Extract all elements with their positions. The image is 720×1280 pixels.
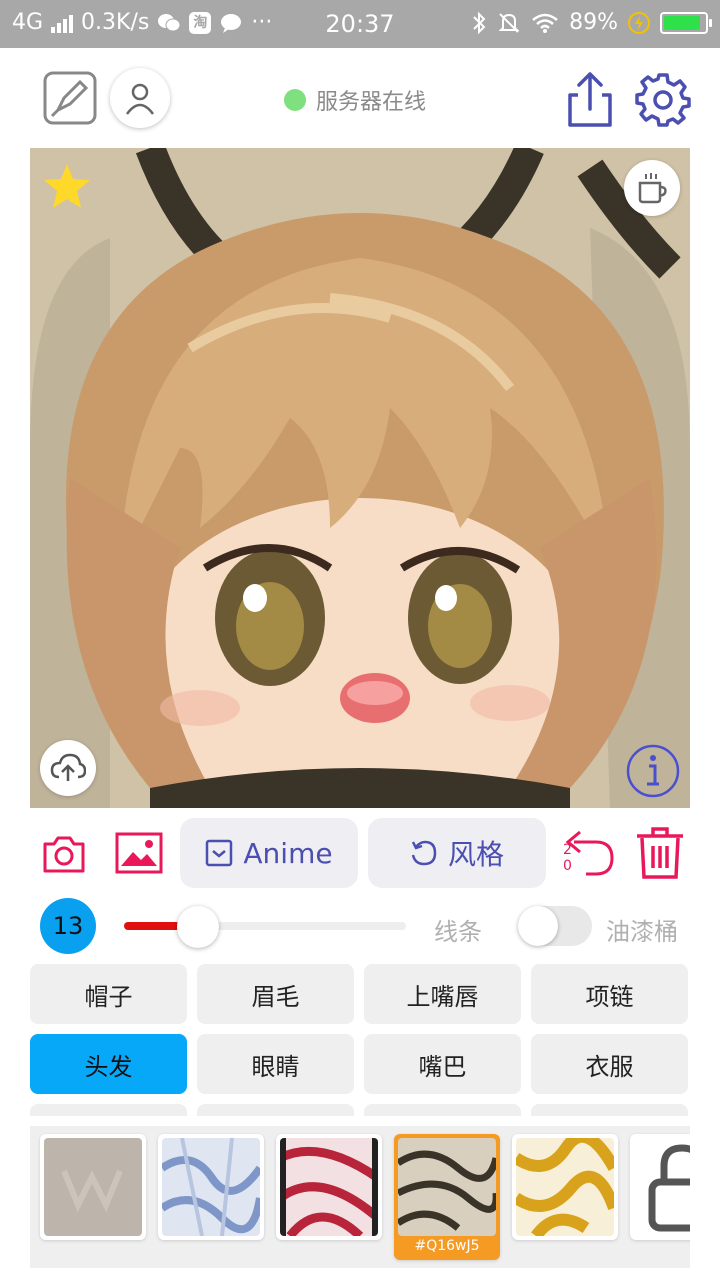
category-row-partial[interactable] — [30, 1104, 187, 1116]
style-thumb-blue[interactable] — [158, 1134, 264, 1240]
model-label: Anime — [243, 836, 333, 870]
charging-icon — [628, 11, 650, 34]
camera-button[interactable] — [42, 832, 86, 876]
style-thumb-blank[interactable] — [40, 1134, 146, 1240]
battery-percent: 89% — [569, 10, 618, 35]
upload-button[interactable] — [40, 740, 96, 796]
model-select-button[interactable]: Anime — [180, 818, 358, 888]
style-thumb-selected[interactable]: #Q16wJ5 — [394, 1134, 500, 1260]
edit-canvas-button[interactable] — [42, 70, 98, 126]
style-thumb-red[interactable] — [276, 1134, 382, 1240]
bluetooth-icon — [473, 11, 486, 34]
category-eyebrows[interactable]: 眉毛 — [197, 964, 354, 1024]
user-icon — [125, 83, 155, 115]
draw-icon — [43, 71, 97, 125]
favorite-button[interactable] — [42, 162, 92, 214]
brush-size-indicator: 13 — [40, 898, 96, 954]
coffee-button[interactable] — [624, 160, 680, 216]
star-icon — [44, 164, 90, 208]
gear-icon — [635, 73, 691, 127]
style-thumb-gold[interactable] — [512, 1134, 618, 1240]
category-mouth[interactable]: 嘴巴 — [364, 1034, 521, 1094]
refresh-icon — [411, 840, 437, 866]
undo-count: 20 — [563, 842, 572, 874]
paint-bucket-toggle[interactable] — [518, 906, 592, 946]
info-icon — [626, 744, 680, 798]
slider-fill — [124, 922, 181, 930]
gallery-button[interactable] — [114, 830, 164, 876]
style-pattern-dark — [398, 1150, 496, 1231]
profile-button[interactable] — [110, 68, 170, 128]
share-icon — [568, 72, 612, 127]
style-thumb-locked[interactable] — [630, 1134, 690, 1240]
category-row-partial[interactable] — [531, 1104, 688, 1116]
drawing-canvas[interactable] — [30, 148, 690, 808]
style-code-label: #Q16wJ5 — [414, 1238, 480, 1254]
toggle-knob — [518, 906, 558, 946]
server-status-label: 服务器在线 — [316, 90, 427, 115]
style-pattern-blue — [162, 1138, 260, 1236]
watermark-logo-icon — [61, 1169, 123, 1213]
paint-bucket-label: 油漆桶 — [606, 918, 678, 946]
delete-button[interactable] — [632, 826, 688, 880]
category-necklace[interactable]: 项链 — [531, 964, 688, 1024]
style-button[interactable]: 风格 — [368, 818, 546, 888]
coffee-cup-icon — [638, 173, 667, 204]
battery-icon — [660, 11, 712, 34]
status-bar: 4G 0.3K/s 淘 ··· 20:37 89% — [0, 0, 720, 48]
trash-icon — [637, 827, 683, 879]
lock-icon — [648, 1144, 690, 1232]
category-hat[interactable]: 帽子 — [30, 964, 187, 1024]
category-clothes[interactable]: 衣服 — [531, 1034, 688, 1094]
camera-icon — [43, 836, 85, 873]
category-row-partial[interactable] — [197, 1104, 354, 1116]
style-strip[interactable]: #Q16wJ5 — [30, 1126, 690, 1268]
server-status: 服务器在线 — [284, 84, 426, 116]
anime-portrait-image — [30, 148, 690, 808]
style-pattern-gold — [516, 1138, 614, 1236]
style-pattern-red — [280, 1138, 378, 1236]
slider-thumb[interactable] — [177, 906, 220, 948]
status-dot-icon — [284, 89, 306, 111]
category-row-partial[interactable] — [364, 1104, 521, 1116]
wifi-icon — [532, 13, 558, 33]
cloud-upload-icon — [50, 753, 86, 781]
settings-button[interactable] — [634, 70, 692, 128]
style-label: 风格 — [447, 838, 504, 871]
category-eyes[interactable]: 眼睛 — [197, 1034, 354, 1094]
category-hair[interactable]: 头发 — [30, 1034, 187, 1094]
info-button[interactable] — [626, 744, 680, 802]
line-label: 线条 — [434, 918, 482, 946]
mute-icon — [498, 12, 520, 33]
undo-button[interactable]: 20 — [560, 826, 616, 878]
brush-size-slider[interactable] — [124, 922, 406, 930]
checkbox-icon — [206, 839, 233, 867]
category-upper-lip[interactable]: 上嘴唇 — [364, 964, 521, 1024]
share-button[interactable] — [562, 70, 618, 130]
image-icon — [115, 832, 163, 874]
